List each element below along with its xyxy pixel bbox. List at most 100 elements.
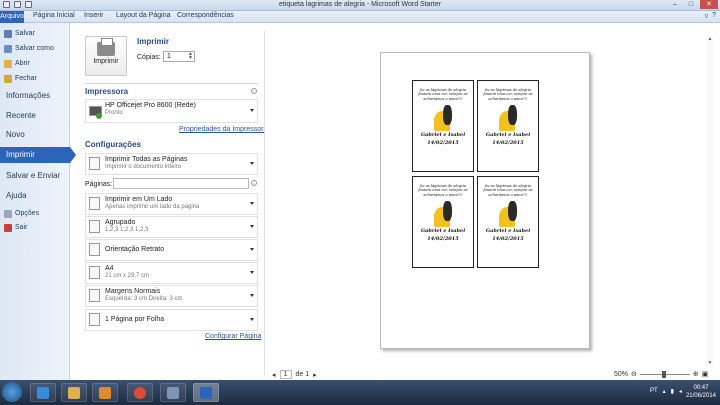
divider [85, 83, 258, 84]
print-range-dropdown[interactable]: Imprimir Todas as Páginas Imprimir o doc… [85, 153, 258, 175]
page-setup-link[interactable]: Configurar Página [205, 333, 261, 340]
nav-label: Salvar [15, 30, 35, 37]
nav-informacoes[interactable]: Informações [0, 88, 70, 104]
label-names: Gabriel e Isabel [420, 132, 466, 139]
nav-salvar-como[interactable]: Salvar como [0, 43, 70, 54]
taskbar-chrome-icon[interactable] [127, 383, 153, 402]
exit-icon [4, 223, 12, 232]
network-icon[interactable]: ▮ [671, 388, 674, 395]
couple-illustration [432, 103, 454, 132]
sides-dropdown[interactable]: Imprimir em Um Lado Apenas imprimir um l… [85, 193, 258, 215]
label-caption: Se as lágrimas de alegria fossem uma cor… [483, 184, 533, 197]
setting-title: Orientação Retrato [105, 246, 165, 253]
minimize-icon[interactable]: – [668, 0, 682, 9]
nav-label: Salvar como [15, 45, 54, 52]
backstage-nav: Salvar Salvar como Abrir Fechar Informaç… [0, 23, 76, 380]
print-button[interactable]: Imprimir [85, 36, 127, 76]
zoom-slider-thumb[interactable] [661, 370, 666, 378]
copies-value: 1 [167, 53, 171, 60]
copies-input[interactable]: 1 ▲ ▼ [163, 51, 195, 62]
nav-ajuda[interactable]: Ajuda [0, 188, 70, 204]
tab-correspondencias[interactable]: Correspondências [177, 12, 234, 19]
nav-salvar-e-enviar[interactable]: Salvar e Enviar [0, 168, 70, 184]
language-indicator[interactable]: PT [650, 388, 658, 395]
help-icon[interactable]: ? [712, 12, 716, 20]
printer-name: HP Officejet Pro 8600 (Rede) [105, 102, 196, 109]
ribbon-tabs: Arquivo Página Inicial Inserir Layout da… [0, 11, 720, 23]
taskbar-ie-icon[interactable] [30, 383, 56, 402]
document-icon [89, 157, 100, 170]
zoom-slider[interactable] [639, 370, 690, 378]
nav-sair[interactable]: Sair [0, 222, 70, 233]
tray-arrow-icon[interactable]: ▴ [663, 388, 666, 395]
nav-fechar[interactable]: Fechar [0, 73, 70, 84]
zoom-in-icon[interactable]: ⊕ [693, 370, 699, 378]
copies-label: Cópias: [137, 54, 161, 61]
copies-spinner[interactable]: ▲ ▼ [188, 52, 193, 61]
tab-inserir[interactable]: Inserir [84, 12, 103, 19]
ribbon-controls: ▿ ? [705, 12, 716, 20]
one-sided-icon [89, 197, 100, 210]
nav-salvar[interactable]: Salvar [0, 28, 70, 39]
taskbar-word-icon[interactable] [193, 383, 219, 402]
pages-per-sheet-dropdown[interactable]: 1 Página por Folha [85, 309, 258, 331]
volume-icon[interactable]: ◂ [679, 388, 682, 395]
collate-dropdown[interactable]: Agrupado 1,2,3 1,2,3 1,2,3 [85, 216, 258, 238]
clock[interactable]: 00:47 21/06/2014 [686, 384, 716, 400]
chevron-down-icon [250, 318, 254, 321]
setting-title: Margens Normais [105, 288, 161, 295]
nav-opcoes[interactable]: Opções [0, 208, 70, 219]
close-icon[interactable]: ✕ [700, 0, 718, 9]
title-bar: etiqueta lagrimas de alegria - Microsoft… [0, 0, 720, 11]
setting-subtitle: 1,2,3 1,2,3 1,2,3 [105, 227, 149, 233]
info-icon[interactable]: i [251, 180, 257, 186]
chevron-down-icon [250, 109, 254, 112]
nav-label: Abrir [15, 60, 30, 67]
margins-dropdown[interactable]: Margens Normais Esquerda: 3 cm Direita: … [85, 285, 258, 307]
taskbar-app-icon[interactable] [160, 383, 186, 402]
nav-abrir[interactable]: Abrir [0, 58, 70, 69]
printer-status: Pronto [105, 110, 123, 116]
printer-dropdown[interactable]: HP Officejet Pro 8600 (Rede) Pronto [85, 99, 258, 123]
printer-ready-icon [96, 113, 102, 119]
taskbar-explorer-icon[interactable] [61, 383, 87, 402]
nav-novo[interactable]: Novo [0, 127, 70, 143]
tab-pagina-inicial[interactable]: Página Inicial [33, 12, 75, 19]
setting-subtitle: Esquerda: 3 cm Direita: 3 cm [105, 296, 183, 302]
clock-date: 21/06/2014 [685, 393, 716, 399]
chevron-down-icon [250, 294, 254, 297]
system-tray: PT ▴ ▮ ◂ [650, 388, 682, 395]
minimize-ribbon-icon[interactable]: ▿ [705, 12, 709, 20]
next-page-icon[interactable]: ▸ [313, 371, 317, 379]
info-icon[interactable]: i [251, 88, 257, 94]
nav-imprimir[interactable]: Imprimir [0, 147, 76, 163]
preview-scrollbar[interactable]: ▲ ▼ [706, 36, 714, 366]
nav-recente[interactable]: Recente [0, 108, 70, 124]
scroll-up-icon[interactable]: ▲ [707, 36, 713, 42]
nav-label: Sair [15, 224, 28, 231]
label-date: 14/02/2015 [427, 140, 459, 147]
label-card: Se as lágrimas de alegria fossem uma cor… [477, 80, 539, 172]
setting-title: Agrupado [105, 219, 136, 226]
setting-subtitle: Apenas imprimir um lado da página [105, 204, 200, 210]
collate-icon [89, 220, 100, 233]
save-icon [4, 29, 12, 38]
taskbar-media-player-icon[interactable] [92, 383, 118, 402]
orientation-dropdown[interactable]: Orientação Retrato [85, 239, 258, 261]
maximize-icon[interactable]: □ [684, 0, 698, 9]
paper-size-dropdown[interactable]: A4 21 cm x 29,7 cm [85, 262, 258, 284]
previous-page-icon[interactable]: ◂ [272, 371, 276, 379]
zoom-to-page-icon[interactable]: ▣ [702, 370, 709, 378]
pages-input[interactable] [113, 178, 249, 189]
chevron-down-icon [250, 271, 254, 274]
label-card: Se as lágrimas de alegria fossem uma cor… [412, 80, 474, 172]
print-button-label: Imprimir [93, 58, 119, 65]
label-card: Se as lágrimas de alegria fossem uma cor… [412, 176, 474, 268]
printer-properties-link[interactable]: Propriedades da Impressora [179, 126, 267, 133]
scroll-down-icon[interactable]: ▼ [707, 360, 713, 366]
current-page-input[interactable]: 1 [279, 370, 292, 379]
tab-arquivo[interactable]: Arquivo [0, 11, 24, 23]
zoom-out-icon[interactable]: ⊖ [631, 370, 637, 378]
start-button-icon[interactable] [2, 382, 22, 402]
tab-layout-da-pagina[interactable]: Layout da Página [116, 12, 171, 19]
